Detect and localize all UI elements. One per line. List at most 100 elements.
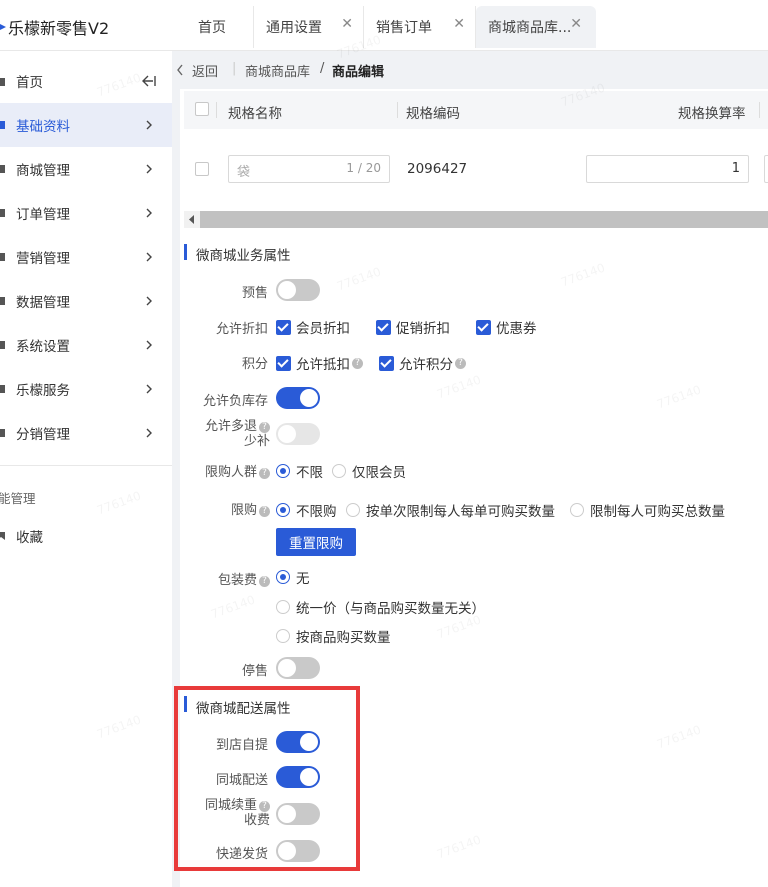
sidebar-section-caption: 能管理 [0,491,36,506]
shop-icon [0,165,5,173]
chevron-right-icon [146,252,152,262]
tab-mall-product-library[interactable]: 商城商品库... ✕ [476,6,596,48]
refund-label: 允许多退? 少补 [204,419,270,449]
buyer-group-unlimited-radio[interactable]: 不限 [276,461,323,481]
help-icon[interactable]: ? [259,422,270,433]
spec-name-input[interactable]: 袋 1 / 20 [228,155,390,183]
chevron-right-icon [146,120,152,130]
breadcrumb-separator: / [320,61,325,76]
home-icon [0,78,5,86]
close-icon[interactable]: ✕ [341,16,353,32]
column-header-spec-code: 规格编码 [406,106,460,122]
order-icon [0,209,5,217]
horizontal-scrollbar[interactable] [184,211,768,228]
collapse-sidebar-icon[interactable] [142,75,156,87]
sidebar-item-mall[interactable]: 商城管理 [0,147,172,191]
column-divider [397,102,398,118]
promo-discount-checkbox[interactable]: 促销折扣 [376,317,450,337]
help-icon[interactable]: ? [455,357,466,369]
sidebar: 首页 基础资料 商城管理 订单管理 营销管理 数据管理 系统设置 乐檬服务 分销 [0,51,172,887]
tab-sales-order[interactable]: 销售订单 ✕ [364,6,476,48]
presale-switch[interactable] [276,279,320,301]
packaging-fee-none-radio[interactable]: 无 [276,567,310,587]
char-count: 1 / 20 [346,161,381,175]
reset-purchase-limit-button[interactable]: 重置限购 [276,528,356,556]
discontinued-switch[interactable] [276,657,320,679]
coupon-checkbox[interactable]: 优惠券 [476,317,537,337]
buyer-group-member-radio[interactable]: 仅限会员 [332,461,406,481]
row-checkbox[interactable] [195,162,209,176]
close-icon[interactable]: ✕ [570,16,582,32]
column-divider [216,102,217,118]
packaging-fee-label: 包装费? [186,569,270,588]
sidebar-item-system-settings[interactable]: 系统设置 [0,323,172,367]
purchase-limit-total-radio[interactable]: 限制每人可购买总数量 [570,500,725,520]
chevron-right-icon [146,296,152,306]
purchase-limit-label: 限购? [186,499,270,518]
sidebar-item-service[interactable]: 乐檬服务 [0,367,172,411]
packaging-fee-quantity-radio[interactable]: 按商品购买数量 [276,626,391,646]
section-marker [184,244,187,260]
breadcrumb: 返回 | 商城商品库 / 商品编辑 [172,51,768,89]
column-header-conversion-rate: 规格换算率 [678,106,746,122]
app-title: 乐檬新零售V2 [8,19,110,38]
sidebar-divider [0,465,172,466]
column-header-spec-name: 规格名称 [228,106,282,122]
sidebar-item-favorites[interactable]: 收藏 [0,514,172,558]
highlight-box [174,686,360,871]
help-icon[interactable]: ? [352,357,363,369]
sidebar-item-marketing[interactable]: 营销管理 [0,235,172,279]
column-divider [759,102,760,118]
refund-switch[interactable] [276,423,320,445]
scroll-left-button[interactable] [184,211,200,228]
negative-stock-switch[interactable] [276,387,320,409]
negative-stock-label: 允许负库存 [202,394,268,409]
tab-home[interactable]: 首页 [186,6,254,48]
section-title-business: 微商城业务属性 [196,248,291,264]
presale-label: 预售 [241,286,268,301]
chevron-right-icon [146,384,152,394]
conversion-rate-input[interactable]: 1 [586,155,749,183]
breadcrumb-current: 商品编辑 [332,65,385,80]
purchase-limit-none-radio[interactable]: 不限购 [276,500,337,520]
help-icon[interactable]: ? [259,506,270,517]
chevron-right-icon [146,340,152,350]
chevron-right-icon [146,208,152,218]
spec-code-value: 2096427 [407,161,468,177]
allow-deduct-checkbox[interactable]: 允许抵扣? [276,353,363,373]
help-icon[interactable]: ? [259,576,270,587]
tab-general-settings[interactable]: 通用设置 ✕ [254,6,364,48]
sidebar-item-orders[interactable]: 订单管理 [0,191,172,235]
breadcrumb-parent[interactable]: 商城商品库 [245,61,310,80]
select-all-checkbox[interactable] [195,102,209,116]
discount-label: 允许折扣 [215,322,268,337]
top-bar: 乐檬新零售V2 首页 通用设置 ✕ 销售订单 ✕ 商城商品库... ✕ [0,0,768,51]
data-icon [0,297,5,305]
back-link[interactable]: 返回 [192,61,218,80]
chevron-left-icon[interactable] [176,64,184,76]
help-icon[interactable]: ? [259,468,270,479]
cube-icon [0,121,5,129]
breadcrumb-divider: | [232,61,237,76]
sidebar-item-home[interactable]: 首页 [0,59,172,103]
settings-icon [0,341,5,349]
next-column-input[interactable] [764,155,768,183]
chevron-right-icon [146,428,152,438]
member-discount-checkbox[interactable]: 会员折扣 [276,317,350,337]
chevron-right-icon [146,164,152,174]
chevron-left-icon [189,215,194,224]
sidebar-item-basic-data[interactable]: 基础资料 [0,103,172,147]
buyer-group-label: 限购人群? [186,461,270,480]
sidebar-item-data[interactable]: 数据管理 [0,279,172,323]
allow-points-checkbox[interactable]: 允许积分? [379,353,466,373]
favorite-icon [0,532,5,540]
service-icon [0,385,5,393]
sidebar-item-distribution[interactable]: 分销管理 [0,411,172,455]
close-icon[interactable]: ✕ [453,16,465,32]
logo-icon [0,24,6,30]
spec-table-header: 规格名称 规格编码 规格换算率 [184,91,768,129]
app-logo: 乐檬新零售V2 [0,15,109,39]
points-label: 积分 [241,357,268,372]
purchase-limit-per-order-radio[interactable]: 按单次限制每人每单可购买数量 [346,500,555,520]
packaging-fee-flat-radio[interactable]: 统一价（与商品购买数量无关） [276,597,485,617]
